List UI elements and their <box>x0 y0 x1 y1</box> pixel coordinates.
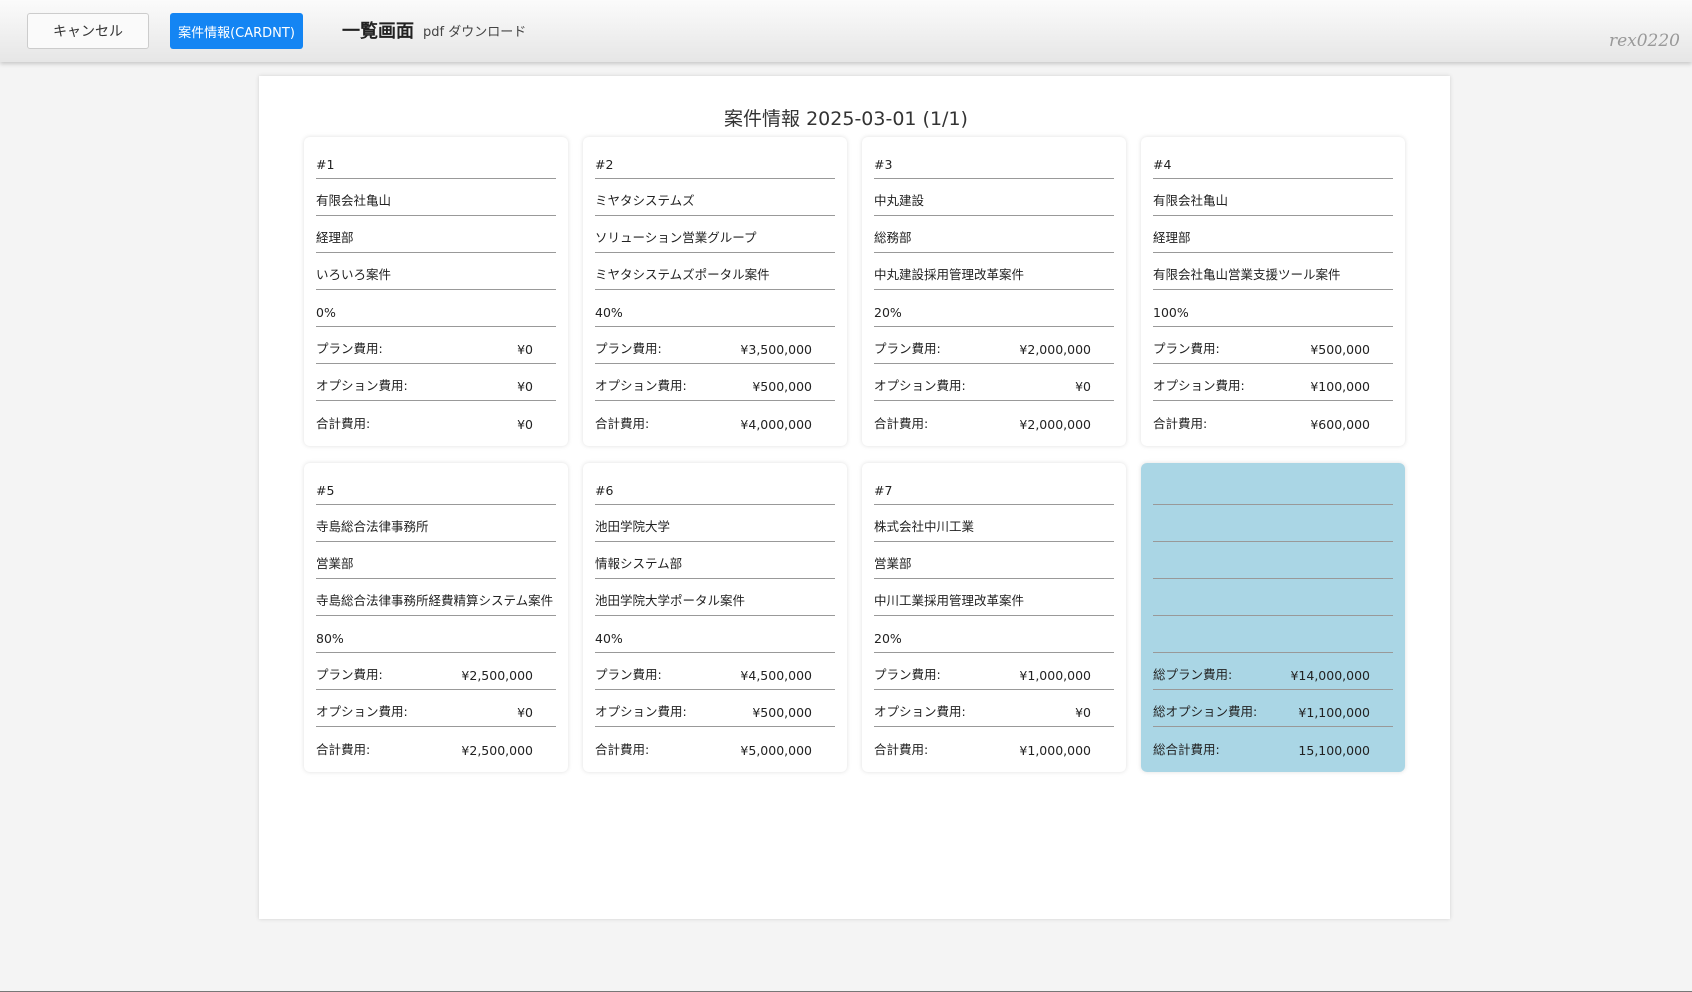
total-cost-label: 合計費用: <box>874 742 929 757</box>
option-cost-value: ¥0 <box>1075 705 1091 720</box>
plan-cost-label: プラン費用: <box>874 667 941 682</box>
option-cost-value: ¥0 <box>517 705 533 720</box>
user-name: rex0220 <box>1608 31 1680 51</box>
plan-cost-value: ¥0 <box>517 342 533 357</box>
card-progress: 20% <box>874 305 902 320</box>
option-cost-label: オプション費用: <box>316 378 408 393</box>
total-cost-label: 合計費用: <box>595 742 650 757</box>
card-department: 経理部 <box>316 230 354 245</box>
option-cost-value: ¥0 <box>517 379 533 394</box>
option-cost-value: ¥500,000 <box>752 705 812 720</box>
card-number: #2 <box>595 157 614 172</box>
project-card: #4 有限会社亀山 経理部 有限会社亀山営業支援ツール案件 100% プラン費用… <box>1141 137 1405 446</box>
card-company: 池田学院大学 <box>595 519 671 534</box>
sum-option-cost-label: 総オプション費用: <box>1153 704 1258 719</box>
plan-cost-value: ¥2,500,000 <box>461 668 533 683</box>
sum-total-cost-value: 15,100,000 <box>1298 743 1370 758</box>
plan-cost-label: プラン費用: <box>595 667 662 682</box>
plan-cost-value: ¥3,500,000 <box>740 342 812 357</box>
project-card: #2 ミヤタシステムズ ソリューション営業グループ ミヤタシステムズポータル案件… <box>583 137 847 446</box>
plan-cost-label: プラン費用: <box>595 341 662 356</box>
card-company: 中丸建設 <box>874 193 925 208</box>
total-cost-label: 合計費用: <box>1153 416 1208 431</box>
summary-card: 総プラン費用: ¥14,000,000 総オプション費用: ¥1,100,000 総… <box>1141 463 1405 772</box>
card-project: ミヤタシステムズポータル案件 <box>595 267 770 282</box>
card-number: #7 <box>874 483 893 498</box>
sum-total-cost-label: 総合計費用: <box>1153 742 1220 757</box>
sum-plan-cost-label: 総プラン費用: <box>1153 667 1233 682</box>
option-cost-value: ¥500,000 <box>752 379 812 394</box>
card-company: 有限会社亀山 <box>1153 193 1229 208</box>
project-card: #6 池田学院大学 情報システム部 池田学院大学ポータル案件 40% プラン費用… <box>583 463 847 772</box>
total-cost-label: 合計費用: <box>874 416 929 431</box>
card-project: 有限会社亀山営業支援ツール案件 <box>1153 267 1341 282</box>
option-cost-label: オプション費用: <box>874 704 966 719</box>
total-cost-value: ¥2,500,000 <box>461 743 533 758</box>
card-company: 有限会社亀山 <box>316 193 392 208</box>
card-department: 総務部 <box>874 230 912 245</box>
card-department: 経理部 <box>1153 230 1191 245</box>
option-cost-value: ¥0 <box>1075 379 1091 394</box>
screen-title: 一覧画面 <box>342 21 414 42</box>
plan-cost-value: ¥4,500,000 <box>740 668 812 683</box>
toolbar: キャンセル 案件情報(CARDNT) 一覧画面 pdf ダウンロード rex02… <box>0 0 1692 62</box>
total-cost-label: 合計費用: <box>316 416 371 431</box>
cancel-button[interactable]: キャンセル <box>27 13 149 49</box>
sum-plan-cost-value: ¥14,000,000 <box>1290 668 1370 683</box>
plan-cost-label: プラン費用: <box>1153 341 1220 356</box>
card-project: 池田学院大学ポータル案件 <box>595 593 746 608</box>
card-department: 情報システム部 <box>595 556 683 571</box>
project-card: #5 寺島総合法律事務所 営業部 寺島総合法律事務所経費精算システム案件 80%… <box>304 463 568 772</box>
card-department: ソリューション営業グループ <box>595 230 757 245</box>
card-project: いろいろ案件 <box>316 267 392 282</box>
total-cost-value: ¥2,000,000 <box>1019 417 1091 432</box>
card-project: 中川工業採用管理改革案件 <box>874 593 1025 608</box>
card-company: ミヤタシステムズ <box>595 193 695 208</box>
project-card: #1 有限会社亀山 経理部 いろいろ案件 0% プラン費用: ¥0 オプション費用… <box>304 137 568 446</box>
card-progress: 0% <box>316 305 336 320</box>
card-progress: 40% <box>595 305 623 320</box>
plan-cost-value: ¥500,000 <box>1310 342 1370 357</box>
card-progress: 100% <box>1153 305 1189 320</box>
project-card: #7 株式会社中川工業 営業部 中川工業採用管理改革案件 20% プラン費用: ¥… <box>862 463 1126 772</box>
option-cost-label: オプション費用: <box>595 378 687 393</box>
card-company: 寺島総合法律事務所 <box>316 519 429 534</box>
option-cost-label: オプション費用: <box>874 378 966 393</box>
option-cost-label: オプション費用: <box>1153 378 1245 393</box>
total-cost-value: ¥1,000,000 <box>1019 743 1091 758</box>
option-cost-value: ¥100,000 <box>1310 379 1370 394</box>
plan-cost-label: プラン費用: <box>316 667 383 682</box>
option-cost-label: オプション費用: <box>595 704 687 719</box>
sum-option-cost-value: ¥1,100,000 <box>1298 705 1370 720</box>
card-company: 株式会社中川工業 <box>874 519 975 534</box>
card-progress: 40% <box>595 631 623 646</box>
card-department: 営業部 <box>316 556 354 571</box>
plan-cost-label: プラン費用: <box>316 341 383 356</box>
total-cost-label: 合計費用: <box>316 742 371 757</box>
card-progress: 20% <box>874 631 902 646</box>
plan-cost-value: ¥2,000,000 <box>1019 342 1091 357</box>
card-info-button[interactable]: 案件情報(CARDNT) <box>170 13 303 49</box>
card-number: #1 <box>316 157 335 172</box>
total-cost-label: 合計費用: <box>595 416 650 431</box>
card-number: #6 <box>595 483 614 498</box>
card-number: #4 <box>1153 157 1172 172</box>
card-department: 営業部 <box>874 556 912 571</box>
plan-cost-value: ¥1,000,000 <box>1019 668 1091 683</box>
total-cost-value: ¥5,000,000 <box>740 743 812 758</box>
card-number: #5 <box>316 483 335 498</box>
total-cost-value: ¥4,000,000 <box>740 417 812 432</box>
plan-cost-label: プラン費用: <box>874 341 941 356</box>
card-number: #3 <box>874 157 893 172</box>
card-project: 中丸建設採用管理改革案件 <box>874 267 1025 282</box>
document-title: 案件情報 2025-03-01 (1/1) <box>724 108 968 130</box>
card-project: 寺島総合法律事務所経費精算システム案件 <box>316 593 554 608</box>
pdf-download-label: pdf ダウンロード <box>423 25 527 40</box>
total-cost-value: ¥0 <box>517 417 533 432</box>
total-cost-value: ¥600,000 <box>1310 417 1370 432</box>
project-card: #3 中丸建設 総務部 中丸建設採用管理改革案件 20% プラン費用: ¥2,00… <box>862 137 1126 446</box>
card-progress: 80% <box>316 631 344 646</box>
option-cost-label: オプション費用: <box>316 704 408 719</box>
